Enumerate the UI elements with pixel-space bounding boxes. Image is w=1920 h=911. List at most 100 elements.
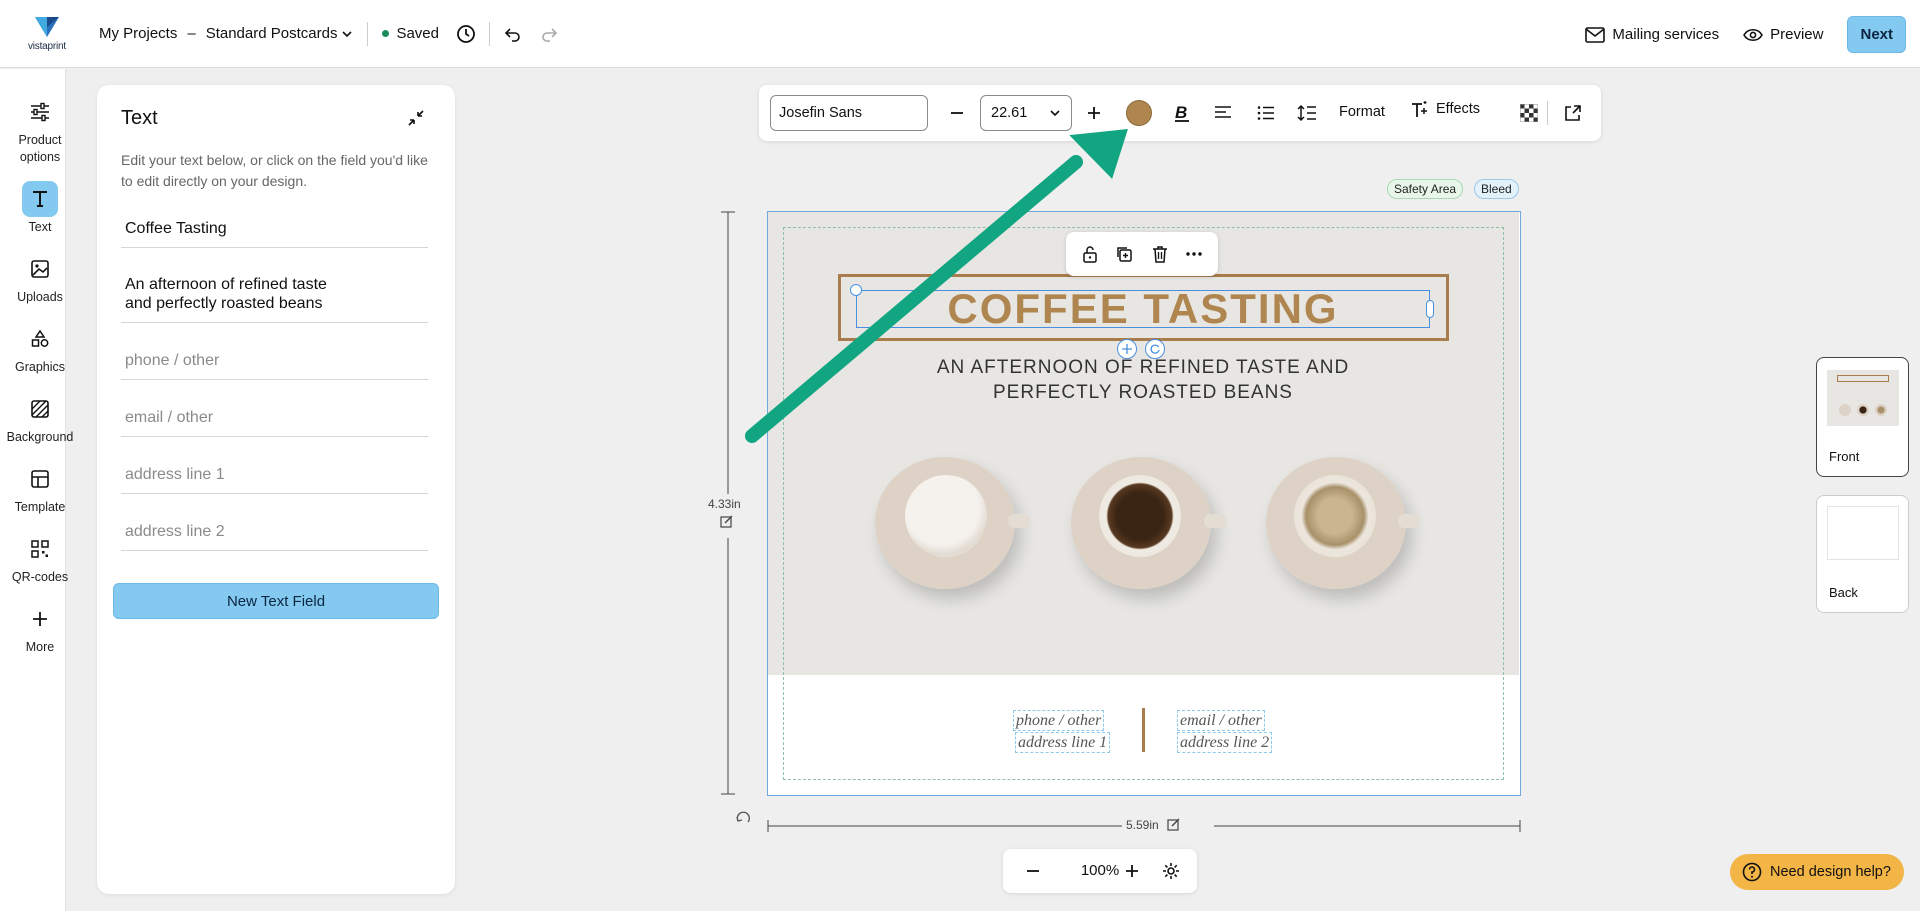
edit-icon (1167, 818, 1180, 831)
collapse-icon (408, 110, 424, 126)
design-canvas[interactable]: COFFEE TASTING AN AFTERNOON OF REFINED T… (767, 211, 1521, 796)
design-phone[interactable]: phone / other (1013, 710, 1105, 731)
project-name-dropdown[interactable]: Standard Postcards (206, 25, 354, 42)
vistaprint-logo[interactable]: vistaprint (0, 0, 94, 68)
zoom-in-button[interactable] (1117, 856, 1147, 886)
delete-button[interactable] (1148, 242, 1172, 266)
rail-item-text[interactable]: Text (0, 181, 80, 236)
selection-box (856, 290, 1430, 328)
shapes-icon (31, 329, 49, 347)
bold-icon: B (1175, 103, 1189, 122)
rail-label: Product options (18, 133, 62, 164)
help-label: Need design help? (1770, 864, 1891, 880)
chevron-down-icon (342, 30, 353, 37)
edit-height-button[interactable] (720, 514, 734, 533)
rail-item-product-options[interactable]: Product options (0, 94, 80, 166)
design-help-button[interactable]: Need design help? (1730, 854, 1904, 890)
design-address-1[interactable]: address line 1 (1015, 732, 1111, 753)
sliders-icon (31, 102, 49, 122)
back-label: Back (1829, 585, 1858, 600)
share-button[interactable] (1558, 98, 1588, 128)
rail-item-qr-codes[interactable]: QR-codes (0, 531, 80, 586)
page-thumb-front[interactable]: Front (1816, 357, 1909, 477)
increase-size-button[interactable] (1079, 98, 1109, 128)
lock-button[interactable] (1078, 242, 1102, 266)
back-thumb-preview (1827, 506, 1899, 560)
divider (1547, 101, 1548, 125)
safety-area-badge[interactable]: Safety Area (1387, 179, 1464, 199)
edit-icon (720, 515, 733, 528)
page-thumb-back[interactable]: Back (1816, 495, 1909, 613)
font-size-dropdown[interactable]: 22.61 (980, 95, 1072, 131)
thumb-cup (1839, 404, 1851, 416)
zoom-settings-button[interactable] (1156, 856, 1186, 886)
text-field-address-2[interactable]: address line 2 (121, 522, 428, 551)
unlock-icon (1083, 246, 1097, 263)
text-field-address-1[interactable]: address line 1 (121, 465, 428, 494)
text-color-button[interactable] (1126, 100, 1152, 126)
front-thumb-preview (1827, 370, 1899, 426)
rail-item-more[interactable]: More (0, 601, 80, 656)
redo-icon (542, 27, 558, 42)
edit-width-button[interactable] (1167, 817, 1181, 836)
redo-button[interactable] (534, 19, 564, 49)
next-button[interactable]: Next (1847, 16, 1906, 53)
subtitle-line: PERFECTLY ROASTED BEANS (993, 382, 1293, 403)
thumb-title-frame (1837, 375, 1889, 382)
rail-item-uploads[interactable]: Uploads (0, 251, 80, 306)
rail-label: QR-codes (11, 570, 69, 584)
qr-icon (31, 540, 49, 558)
mailing-services-link[interactable]: Mailing services (1585, 26, 1719, 43)
design-address-2[interactable]: address line 2 (1177, 732, 1273, 753)
bold-button[interactable]: B (1167, 98, 1197, 128)
thumb-cup (1857, 404, 1869, 416)
rail-item-template[interactable]: Template (0, 461, 80, 516)
font-family-input[interactable]: Josefin Sans (770, 95, 928, 131)
saved-label: Saved (396, 25, 439, 42)
text-field-email[interactable]: email / other (121, 408, 428, 437)
question-icon (1742, 862, 1762, 882)
preview-button[interactable]: Preview (1743, 26, 1823, 43)
clock-icon (457, 24, 475, 43)
rail-label: Background (6, 430, 74, 444)
align-button[interactable] (1208, 98, 1238, 128)
element-context-bar (1066, 232, 1218, 276)
list-button[interactable] (1251, 98, 1281, 128)
more-options-button[interactable] (1182, 242, 1206, 266)
mailing-label: Mailing services (1612, 26, 1720, 43)
decrease-size-button[interactable] (942, 98, 972, 128)
new-text-field-button[interactable]: New Text Field (113, 583, 439, 619)
duplicate-button[interactable] (1112, 242, 1136, 266)
text-field-phone[interactable]: phone / other (121, 351, 428, 380)
selection-handle[interactable] (850, 284, 862, 296)
collapse-panel-button[interactable] (407, 109, 425, 132)
effects-label: Effects (1436, 101, 1481, 117)
plus-icon (1126, 865, 1138, 877)
bleed-badge[interactable]: Bleed (1474, 179, 1519, 199)
logo-wordmark: vistaprint (27, 41, 66, 52)
resize-handle[interactable] (1426, 300, 1434, 318)
undo-button[interactable] (498, 19, 528, 49)
line-spacing-button[interactable] (1292, 98, 1322, 128)
mail-icon (1585, 26, 1606, 43)
rail-label: Graphics (14, 360, 66, 374)
eye-icon (1743, 28, 1764, 41)
transparency-button[interactable] (1514, 98, 1544, 128)
chevron-down-icon (1050, 110, 1060, 117)
rail-item-background[interactable]: Background (0, 391, 80, 446)
rotate-icon (1150, 344, 1160, 354)
text-field-title[interactable]: Coffee Tasting (121, 219, 428, 248)
rail-item-graphics[interactable]: Graphics (0, 321, 80, 376)
zoom-out-button[interactable] (1018, 856, 1048, 886)
my-projects-link[interactable]: My Projects (99, 25, 177, 42)
text-field-subtitle[interactable]: An afternoon of refined taste and perfec… (121, 275, 428, 323)
effects-button[interactable]: Effects (1410, 99, 1480, 119)
subtitle-line: AN AFTERNOON OF REFINED TASTE AND (936, 357, 1350, 378)
format-button[interactable]: Format (1339, 104, 1385, 120)
top-bar: vistaprint My Projects – Standard Postca… (0, 0, 1920, 68)
history-button[interactable] (451, 19, 481, 49)
design-email[interactable]: email / other (1177, 710, 1265, 731)
rotate-canvas-button[interactable] (734, 809, 752, 832)
design-subtitle[interactable]: AN AFTERNOON OF REFINED TASTE AND PERFEC… (868, 355, 1418, 405)
field-line: An afternoon of refined taste (125, 276, 327, 293)
